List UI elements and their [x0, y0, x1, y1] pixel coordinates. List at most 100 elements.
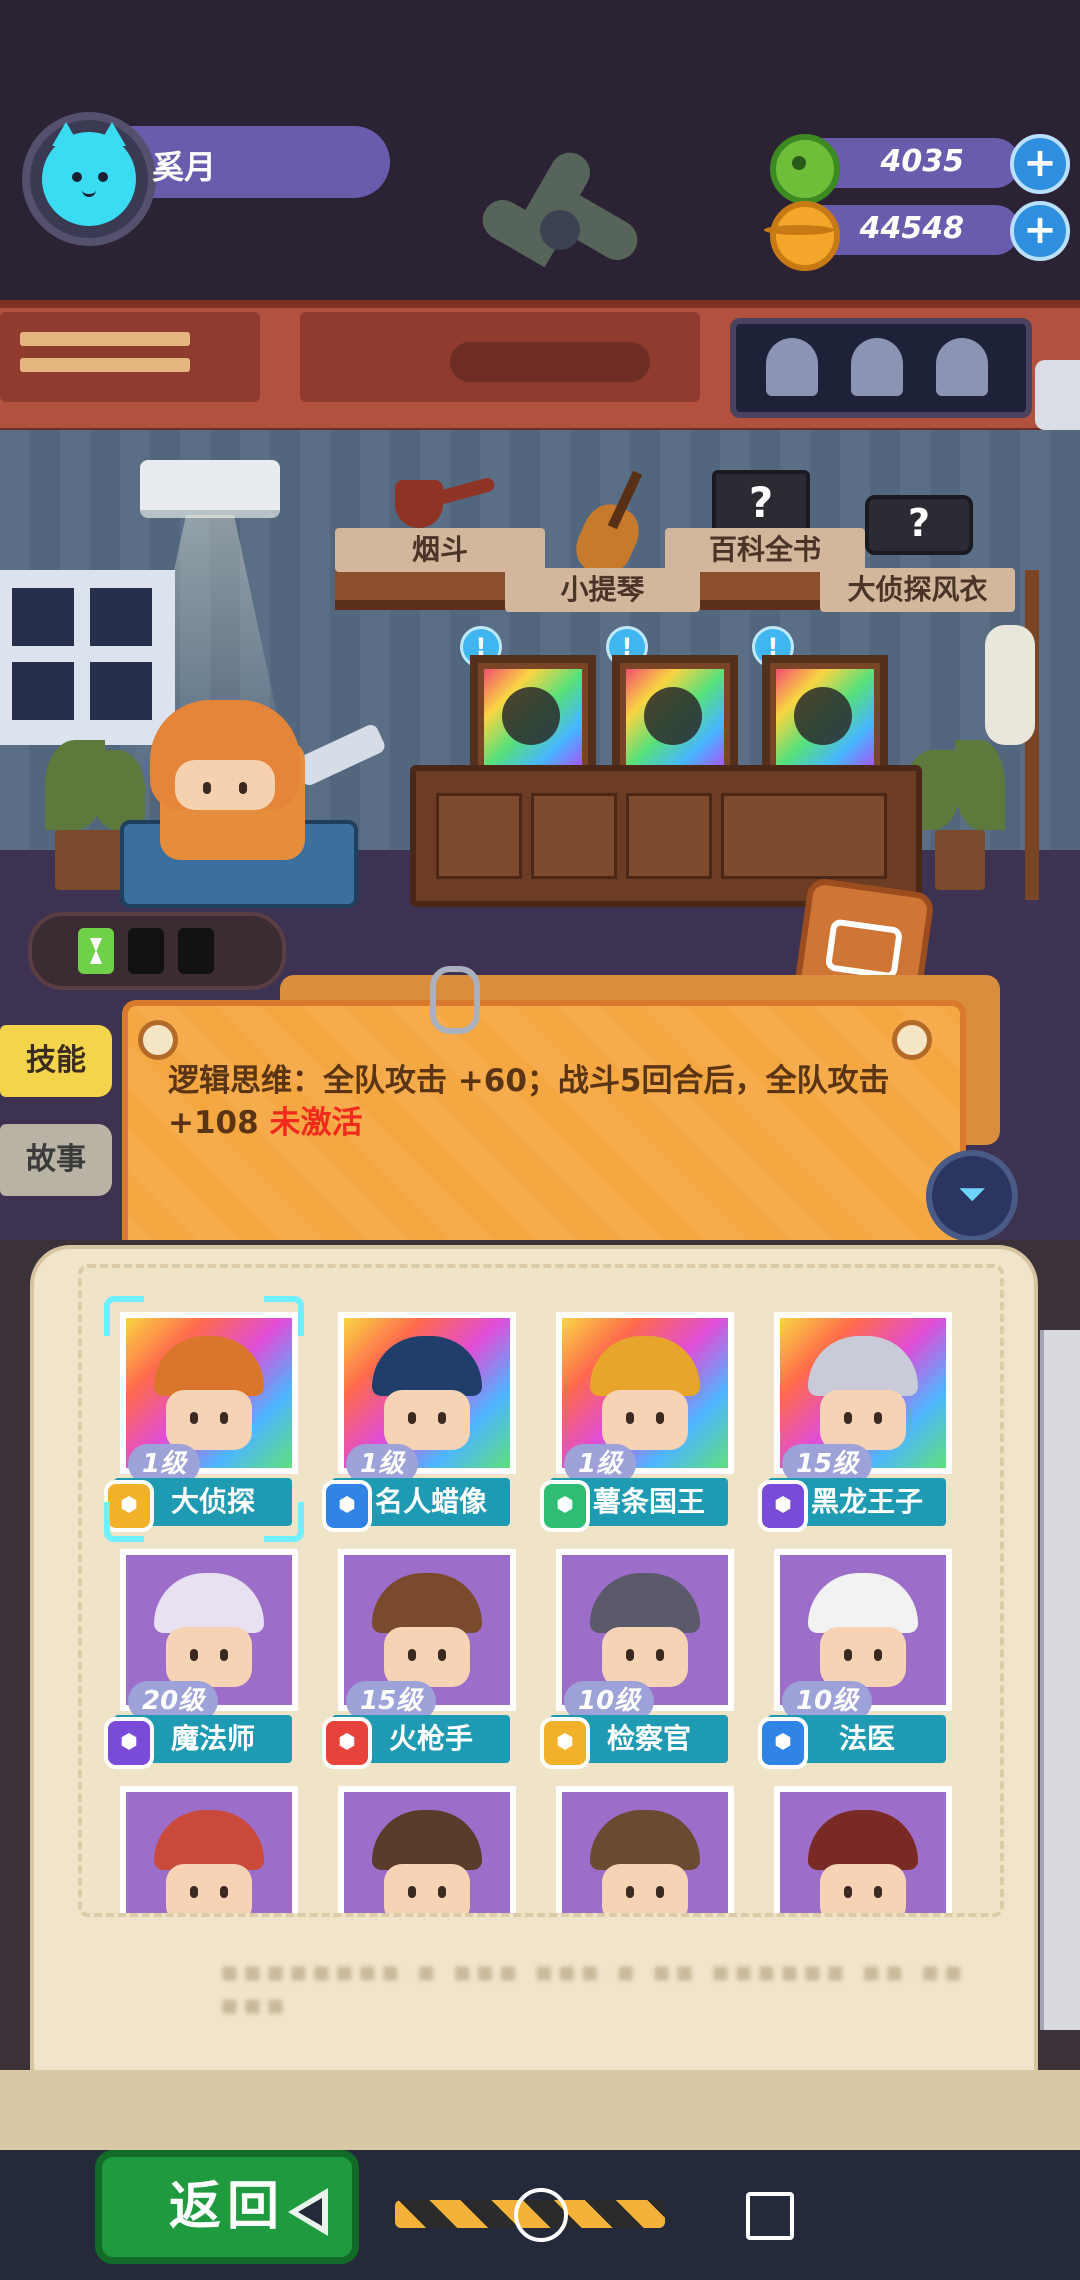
character-hat [808, 1810, 918, 1870]
energy-tray [28, 912, 286, 990]
character-card[interactable]: 15级 黑龙王子 ⬢ [758, 1306, 952, 1532]
pin-icon [138, 1020, 178, 1060]
ceiling-lamp [140, 460, 280, 518]
rarity-shield-icon: ⬢ [540, 1717, 590, 1769]
question-coat-icon[interactable]: ? [865, 495, 973, 555]
character-hat [154, 1573, 264, 1633]
collectible-label-coat: 大侦探风衣 [820, 568, 1015, 612]
character-hat [154, 1336, 264, 1396]
battery-empty-icon [178, 928, 214, 974]
scissors-button[interactable] [1035, 360, 1080, 430]
shelf-slot [20, 358, 190, 372]
character-face [384, 1627, 470, 1687]
character-hat [372, 1573, 482, 1633]
shelf-slot [20, 332, 190, 346]
character-face [166, 1390, 252, 1450]
character-card[interactable] [550, 1780, 734, 1913]
violin-icon[interactable] [565, 470, 655, 584]
character-hat [372, 1810, 482, 1870]
hanging-coat [985, 625, 1035, 745]
character-face [820, 1390, 906, 1450]
character-face [602, 1864, 688, 1913]
orange-planet-icon [764, 201, 840, 271]
character-card[interactable] [768, 1780, 952, 1913]
character-portrait [338, 1786, 516, 1913]
character-hat [808, 1336, 918, 1396]
planet-currency-value: 44548 [859, 211, 964, 246]
character-card[interactable]: 10级 法医 ⬢ [758, 1543, 952, 1769]
rarity-shield-icon: ⬢ [322, 1717, 372, 1769]
character-card[interactable]: 20级 魔法师 ⬢ [104, 1543, 298, 1769]
player-name: 奚月 [152, 148, 217, 186]
nav-home-icon[interactable] [514, 2188, 568, 2242]
pipe-icon[interactable] [395, 470, 496, 530]
green-donut-icon [770, 134, 840, 204]
detective-face [175, 760, 275, 810]
character-face [166, 1627, 252, 1687]
character-card[interactable]: 10级 检察官 ⬢ [540, 1543, 734, 1769]
speaker-grille [450, 342, 650, 382]
rarity-shield-icon: ⬢ [104, 1717, 154, 1769]
character-face [820, 1627, 906, 1687]
character-hat [590, 1810, 700, 1870]
fan-icon [475, 145, 645, 310]
sofa-icon [824, 918, 904, 980]
nav-back-icon-inner [298, 2198, 322, 2226]
collectible-label-pipe: 烟斗 [335, 528, 545, 572]
ghost-icon [936, 338, 988, 396]
rarity-shield-icon: ⬢ [758, 1717, 808, 1769]
character-card[interactable] [332, 1780, 516, 1913]
character-card[interactable] [114, 1780, 298, 1913]
filter-button[interactable]: ⏷ [926, 1150, 1018, 1242]
ghost-display [730, 318, 1032, 418]
pin-icon [892, 1020, 932, 1060]
character-face [384, 1390, 470, 1450]
rarity-shield-icon: ⬢ [540, 1480, 590, 1532]
character-hat [372, 1336, 482, 1396]
character-face [820, 1864, 906, 1913]
window [0, 570, 175, 745]
plant-pot [935, 830, 985, 890]
selection-corner [104, 1296, 144, 1336]
collectible-label-violin: 小提琴 [505, 568, 700, 612]
character-face [602, 1627, 688, 1687]
tab-skill[interactable]: 技能 [0, 1025, 112, 1097]
add-planet-button[interactable]: + [1010, 201, 1070, 261]
character-portrait [120, 1786, 298, 1913]
cat-avatar-icon [42, 122, 136, 226]
skill-status: 未激活 [269, 1105, 363, 1141]
selection-corner [264, 1296, 304, 1336]
shelf-panel-left [0, 312, 260, 402]
selection-corner [104, 1502, 144, 1542]
character-hat [154, 1810, 264, 1870]
plant-pot [55, 830, 125, 890]
blurred-text: ▪▪▪▪▪▪▪▪ ▪ ▪▪▪ ▪▪▪ ▪ ▪▪ ▪▪▪▪▪▪ ▪▪ ▪▪ ▪▪▪ [220, 1955, 967, 2021]
rarity-shield-icon: ⬢ [322, 1480, 372, 1532]
character-grid: 1级 大侦探 ⬢ 1级 名人蜡像 ⬢ 1级 薯条国王 ⬢ 15级 黑龙王子 ⬢ 20级 魔法师 ⬢ 15级 火枪… [78, 1264, 1004, 1917]
character-hat [590, 1336, 700, 1396]
shelf-panel-middle [300, 312, 700, 402]
add-donut-button[interactable]: + [1010, 134, 1070, 194]
character-face [602, 1390, 688, 1450]
collectible-label-encyclopedia: 百科全书 [665, 528, 865, 572]
paper-clip-icon [430, 966, 480, 1034]
skill-description: 逻辑思维：全队攻击 +60；战斗5回合后，全队攻击 +108 未激活 [168, 1060, 928, 1144]
character-card[interactable]: 1级 薯条国王 ⬢ [540, 1306, 734, 1532]
battery-empty-icon [128, 928, 164, 974]
character-card[interactable]: 1级 名人蜡像 ⬢ [322, 1306, 516, 1532]
character-hat [808, 1573, 918, 1633]
book-page-edge [1040, 1330, 1080, 2030]
donut-currency-value: 4035 [880, 144, 965, 179]
player-avatar[interactable] [22, 112, 156, 246]
tab-story[interactable]: 故事 [0, 1124, 112, 1196]
character-hat [590, 1573, 700, 1633]
nav-recents-icon[interactable] [746, 2192, 794, 2240]
filter-icon: ⏷ [957, 1174, 987, 1215]
character-portrait [774, 1786, 952, 1913]
book-spine [0, 2070, 1080, 2150]
character-card[interactable]: 1级 大侦探 ⬢ [104, 1296, 304, 1542]
ghost-icon [766, 338, 818, 396]
selection-corner [264, 1502, 304, 1542]
character-card[interactable]: 15级 火枪手 ⬢ [322, 1543, 516, 1769]
leaf [90, 750, 145, 830]
